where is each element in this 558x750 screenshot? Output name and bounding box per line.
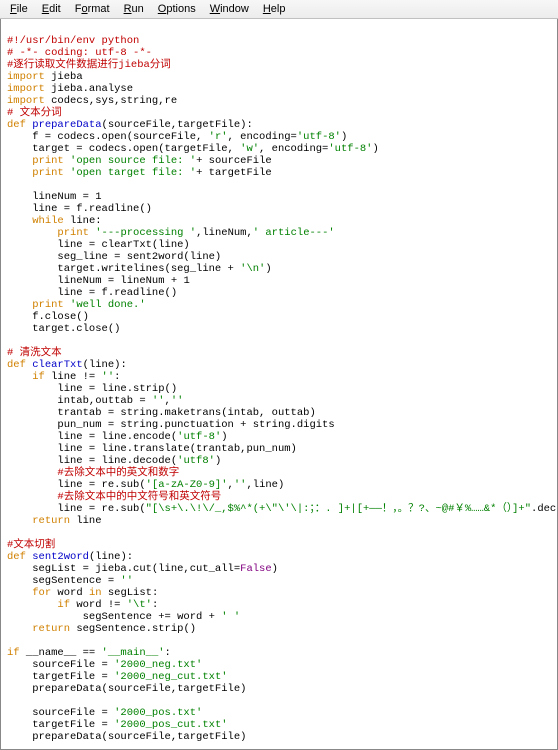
code-line: def clearTxt(line):: [7, 359, 127, 371]
code-line: print 'open source file: '+ sourceFile: [7, 155, 272, 167]
code-line: #去除文本中的英文和数字: [7, 467, 179, 479]
code-line: # 清洗文本: [7, 347, 62, 359]
code-line: line = clearTxt(line): [7, 239, 190, 251]
code-line: return segSentence.strip(): [7, 623, 196, 635]
menu-help[interactable]: Help: [257, 2, 292, 16]
menu-window[interactable]: Window: [204, 2, 255, 16]
code-line: sourceFile = '2000_pos.txt': [7, 707, 202, 719]
code-line: [7, 695, 13, 707]
code-line: segSentence += word + ' ': [7, 611, 240, 623]
code-line: target = codecs.open(targetFile, 'w', en…: [7, 143, 379, 155]
code-line: segSentence = '': [7, 575, 133, 587]
code-line: prepareData(sourceFile,targetFile): [7, 731, 246, 743]
code-line: def prepareData(sourceFile,targetFile):: [7, 119, 253, 131]
menu-file[interactable]: FFileile: [4, 2, 34, 16]
code-line: intab,outtab = '','': [7, 395, 183, 407]
code-line: # 文本分词: [7, 107, 62, 119]
code-line: target.close(): [7, 323, 120, 335]
code-line: seg_line = sent2word(line): [7, 251, 221, 263]
code-line: prepareData(sourceFile,targetFile): [7, 683, 246, 695]
menu-options[interactable]: Options: [152, 2, 202, 16]
menu-format[interactable]: Format: [69, 2, 116, 16]
code-line: line = re.sub("[\s+\.\!\/_,$%^*(+\"\'\|:…: [7, 503, 558, 515]
menubar: FFileile Edit Format Run Options Window …: [0, 0, 558, 19]
code-line: pun_num = string.punctuation + string.di…: [7, 419, 335, 431]
code-line: f = codecs.open(sourceFile, 'r', encodin…: [7, 131, 347, 143]
editor-area[interactable]: #!/usr/bin/env python # -*- coding: utf-…: [0, 19, 558, 750]
code-line: def sent2word(line):: [7, 551, 133, 563]
code-line: line = line.decode('utf8'): [7, 455, 221, 467]
code-line: if word != '\t':: [7, 599, 158, 611]
menu-edit[interactable]: Edit: [36, 2, 67, 16]
code-line: for word in segList:: [7, 587, 158, 599]
code-line: line = f.readline(): [7, 287, 177, 299]
code-line: import jieba.analyse: [7, 83, 133, 95]
code-line: #逐行读取文件数据进行jieba分词: [7, 59, 171, 71]
code-line: print 'well done.': [7, 299, 146, 311]
code-line: [7, 635, 13, 647]
code-line: trantab = string.maketrans(intab, outtab…: [7, 407, 316, 419]
code-line: #文本切割: [7, 539, 55, 551]
code-line: line = line.strip(): [7, 383, 177, 395]
code-line: #!/usr/bin/env python: [7, 35, 139, 47]
code-line: f.close(): [7, 311, 89, 323]
code-line: line = re.sub('[a-zA-Z0-9]','',line): [7, 479, 284, 491]
code-line: import codecs,sys,string,re: [7, 95, 177, 107]
code-line: print '---processing ',lineNum,' article…: [7, 227, 335, 239]
code-line: [7, 335, 13, 347]
code-line: line = f.readline(): [7, 203, 152, 215]
code-line: if __name__ == '__main__':: [7, 647, 171, 659]
code-line: while line:: [7, 215, 102, 227]
code-line: if line != '':: [7, 371, 120, 383]
code-line: #去除文本中的中文符号和英文符号: [7, 491, 221, 503]
code-line: import jieba: [7, 71, 83, 83]
code-line: [7, 527, 13, 539]
code-line: sourceFile = '2000_neg.txt': [7, 659, 202, 671]
menu-run[interactable]: Run: [118, 2, 150, 16]
code-line: return line: [7, 515, 102, 527]
code-line: line = line.translate(trantab,pun_num): [7, 443, 297, 455]
code-line: targetFile = '2000_neg_cut.txt': [7, 671, 228, 683]
code-line: # -*- coding: utf-8 -*-: [7, 47, 152, 59]
code-line: lineNum = lineNum + 1: [7, 275, 190, 287]
code-line: segList = jieba.cut(line,cut_all=False): [7, 563, 278, 575]
code-line: [7, 179, 13, 191]
code-line: targetFile = '2000_pos_cut.txt': [7, 719, 228, 731]
code-line: target.writelines(seg_line + '\n'): [7, 263, 272, 275]
code-line: line = line.encode('utf-8'): [7, 431, 228, 443]
code-line: lineNum = 1: [7, 191, 102, 203]
code-line: print 'open target file: '+ targetFile: [7, 167, 272, 179]
